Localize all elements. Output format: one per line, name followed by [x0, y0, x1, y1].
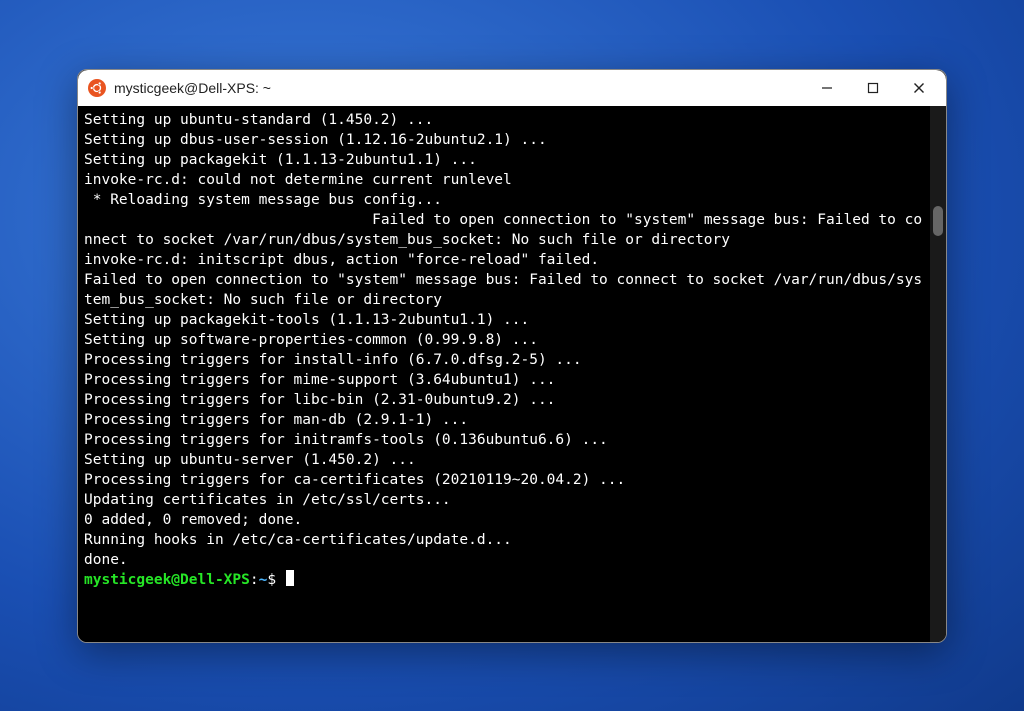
- scrollbar[interactable]: [930, 106, 946, 642]
- terminal-line: Failed to open connection to "system" me…: [84, 210, 924, 250]
- terminal-line: Processing triggers for initramfs-tools …: [84, 430, 924, 450]
- titlebar[interactable]: mysticgeek@Dell-XPS: ~: [78, 70, 946, 106]
- terminal-line: 0 added, 0 removed; done.: [84, 510, 924, 530]
- prompt-dollar: $: [267, 572, 284, 588]
- terminal-line: Setting up software-properties-common (0…: [84, 330, 924, 350]
- scrollbar-thumb[interactable]: [933, 206, 943, 236]
- terminal-line: invoke-rc.d: could not determine current…: [84, 170, 924, 190]
- window-title: mysticgeek@Dell-XPS: ~: [114, 80, 804, 96]
- terminal-line: Failed to open connection to "system" me…: [84, 270, 924, 310]
- terminal-window: mysticgeek@Dell-XPS: ~ Setting up ubuntu…: [77, 69, 947, 643]
- terminal-line: Processing triggers for man-db (2.9.1-1)…: [84, 410, 924, 430]
- terminal-line: Processing triggers for install-info (6.…: [84, 350, 924, 370]
- terminal-line: Setting up dbus-user-session (1.12.16-2u…: [84, 130, 924, 150]
- ubuntu-icon: [88, 79, 106, 97]
- close-button[interactable]: [896, 70, 942, 106]
- terminal-line: Processing triggers for libc-bin (2.31-0…: [84, 390, 924, 410]
- terminal-line: Running hooks in /etc/ca-certificates/up…: [84, 530, 924, 550]
- maximize-button[interactable]: [850, 70, 896, 106]
- terminal-line: invoke-rc.d: initscript dbus, action "fo…: [84, 250, 924, 270]
- terminal-line: done.: [84, 550, 924, 570]
- terminal-line: Processing triggers for ca-certificates …: [84, 470, 924, 490]
- cursor: [286, 570, 294, 586]
- terminal-line: Setting up packagekit (1.1.13-2ubuntu1.1…: [84, 150, 924, 170]
- prompt-user-host: mysticgeek@Dell-XPS: [84, 572, 250, 588]
- terminal-prompt-line[interactable]: mysticgeek@Dell-XPS:~$: [84, 570, 924, 590]
- window-controls: [804, 70, 942, 106]
- prompt-colon: :: [250, 572, 259, 588]
- terminal-line: * Reloading system message bus config...: [84, 190, 924, 210]
- terminal-area: Setting up ubuntu-standard (1.450.2) ...…: [78, 106, 946, 642]
- terminal-line: Setting up packagekit-tools (1.1.13-2ubu…: [84, 310, 924, 330]
- terminal-line: Processing triggers for mime-support (3.…: [84, 370, 924, 390]
- minimize-button[interactable]: [804, 70, 850, 106]
- terminal-line: Updating certificates in /etc/ssl/certs.…: [84, 490, 924, 510]
- terminal-line: Setting up ubuntu-standard (1.450.2) ...: [84, 110, 924, 130]
- terminal-output[interactable]: Setting up ubuntu-standard (1.450.2) ...…: [78, 106, 930, 642]
- terminal-line: Setting up ubuntu-server (1.450.2) ...: [84, 450, 924, 470]
